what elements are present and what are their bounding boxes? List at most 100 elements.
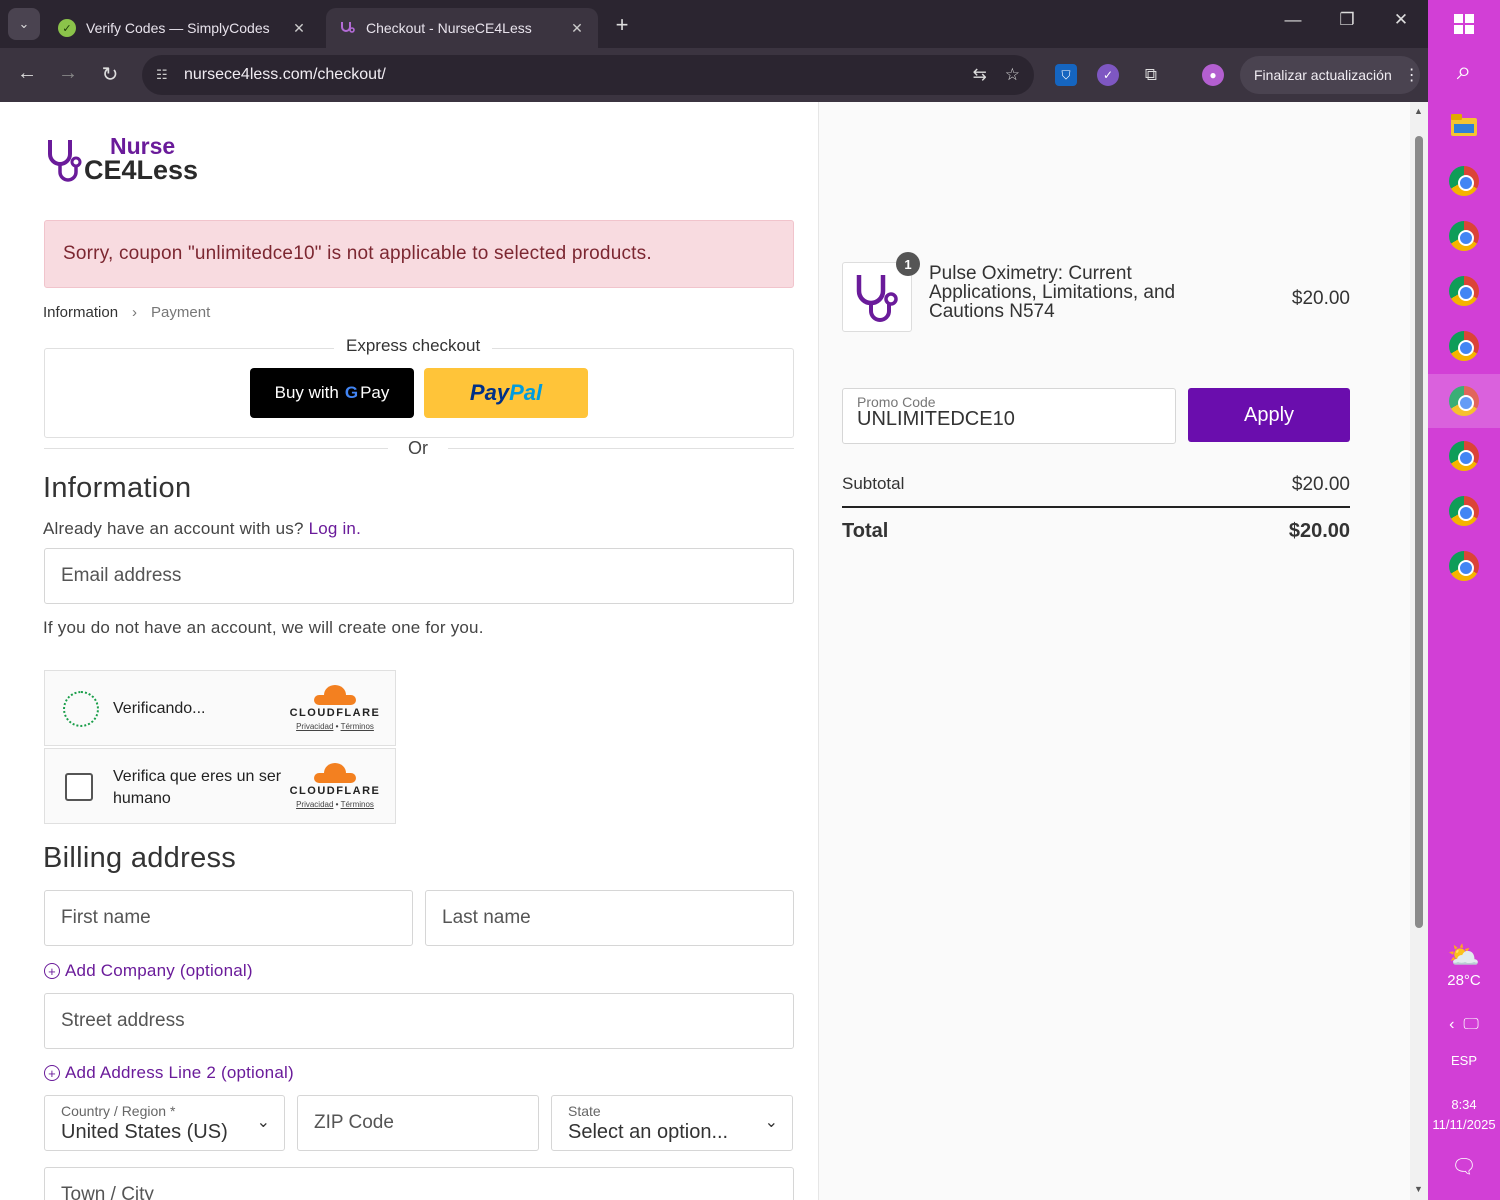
- total-label: Total: [842, 520, 889, 542]
- restore-icon[interactable]: ❐: [1335, 10, 1359, 30]
- scroll-down-icon[interactable]: ▼: [1414, 1184, 1423, 1194]
- email-field[interactable]: Email address: [44, 548, 794, 604]
- chrome-profile-icon[interactable]: [1428, 276, 1500, 306]
- login-prompt: Already have an account with us? Log in.: [43, 519, 361, 539]
- divider: [842, 506, 1350, 508]
- network-icon[interactable]: 🖵: [1463, 1016, 1478, 1033]
- express-checkout-box: [44, 348, 794, 438]
- clock-time[interactable]: 8:34: [1428, 1097, 1500, 1112]
- divider: [44, 448, 388, 449]
- bookmark-star-icon[interactable]: ☆: [1005, 65, 1020, 85]
- login-prompt-text: Already have an account with us?: [43, 519, 304, 538]
- coupon-error-notice: Sorry, coupon "unlimitedce10" is not app…: [44, 220, 794, 288]
- extension-icon[interactable]: ✓: [1097, 64, 1119, 86]
- shield-icon[interactable]: ⛉: [1055, 64, 1077, 86]
- address-bar[interactable]: ☷ nursece4less.com/checkout/ ⇆ ☆: [142, 55, 1034, 95]
- google-g-icon: G: [344, 383, 359, 402]
- chrome-profile-icon[interactable]: [1428, 551, 1500, 581]
- file-explorer-icon[interactable]: [1428, 110, 1500, 140]
- update-button[interactable]: Finalizar actualización ⋮: [1240, 56, 1420, 94]
- language-indicator[interactable]: ESP: [1428, 1053, 1500, 1068]
- tab-search-button[interactable]: ⌄: [8, 8, 40, 40]
- cloudflare-logo: CLOUDFLARE Privacidad • Términos: [289, 685, 381, 731]
- google-pay-button[interactable]: Buy with G Pay: [250, 368, 414, 418]
- site-info-icon[interactable]: ☷: [156, 67, 184, 83]
- cloudflare-checkbox-widget: Verifica que eres un ser humano CLOUDFLA…: [44, 748, 396, 824]
- more-menu-icon[interactable]: ⋮: [1404, 65, 1420, 85]
- chevron-down-icon: ⌄: [764, 1114, 778, 1131]
- scrollbar-thumb[interactable]: [1415, 136, 1423, 928]
- stethoscope-icon: [338, 19, 356, 37]
- logo-line-2: CE4Less: [84, 155, 199, 185]
- minimize-icon[interactable]: —: [1281, 10, 1305, 30]
- apply-button[interactable]: Apply: [1188, 388, 1350, 442]
- first-name-field[interactable]: First name: [44, 890, 413, 946]
- back-arrow-icon[interactable]: ←: [14, 62, 40, 85]
- tab-simplycodes[interactable]: ✓ Verify Codes — SimplyCodes ✕: [46, 8, 320, 48]
- last-name-field[interactable]: Last name: [425, 890, 794, 946]
- puzzle-icon[interactable]: ⧉: [1140, 64, 1162, 86]
- chevron-down-icon: ⌄: [256, 1114, 270, 1131]
- add-company-link[interactable]: + Add Company (optional): [44, 961, 253, 981]
- chrome-logo-icon: [1449, 276, 1479, 306]
- chrome-profile-icon[interactable]: [1428, 496, 1500, 526]
- subtotal-value: $20.00: [1291, 474, 1350, 495]
- human-verification-checkbox[interactable]: [65, 773, 93, 801]
- terms-link[interactable]: Términos: [341, 800, 374, 809]
- zip-placeholder: ZIP Code: [314, 1112, 394, 1133]
- breadcrumb-information[interactable]: Information: [43, 304, 118, 321]
- tab-checkout[interactable]: Checkout - NurseCE4Less ✕: [326, 8, 598, 48]
- dot-separator: •: [335, 800, 339, 809]
- cloudflare-logo: CLOUDFLARE Privacidad • Términos: [289, 763, 381, 809]
- search-icon[interactable]: ⌕: [1428, 54, 1500, 88]
- close-icon[interactable]: ✕: [290, 20, 308, 37]
- chevron-left-icon[interactable]: ‹: [1449, 1016, 1454, 1033]
- clock-date[interactable]: 11/11/2025: [1428, 1117, 1500, 1132]
- terms-link[interactable]: Términos: [341, 722, 374, 731]
- breadcrumb: Information › Payment: [43, 304, 210, 321]
- scroll-up-icon[interactable]: ▲: [1414, 106, 1423, 116]
- close-window-icon[interactable]: ✕: [1389, 10, 1413, 30]
- translate-icon[interactable]: ⇆: [973, 65, 987, 85]
- chrome-profile-icon[interactable]: [1428, 331, 1500, 361]
- new-tab-icon[interactable]: +: [610, 12, 634, 38]
- cloudflare-verifying-widget: Verificando... CLOUDFLARE Privacidad • T…: [44, 670, 396, 746]
- chrome-profile-icon[interactable]: [1428, 441, 1500, 471]
- notice-text: Sorry, coupon "unlimitedce10" is not app…: [63, 243, 652, 264]
- cloudflare-brand: CLOUDFLARE: [289, 707, 381, 719]
- windows-start-icon[interactable]: [1428, 10, 1500, 38]
- login-link[interactable]: Log in.: [309, 519, 361, 538]
- privacy-link[interactable]: Privacidad: [296, 722, 333, 731]
- chrome-profile-icon[interactable]: [1428, 221, 1500, 251]
- gpay-prefix: Buy with: [274, 383, 339, 402]
- zip-code-field[interactable]: ZIP Code: [297, 1095, 539, 1151]
- site-logo[interactable]: Nurse CE4Less: [46, 134, 199, 185]
- notification-icon[interactable]: 🗨: [1428, 1154, 1500, 1179]
- profile-avatar[interactable]: ●: [1202, 64, 1224, 86]
- promo-code-field[interactable]: Promo Code UNLIMITEDCE10: [842, 388, 1176, 444]
- weather-icon[interactable]: ⛅: [1428, 940, 1500, 970]
- close-icon[interactable]: ✕: [568, 20, 586, 37]
- dot-separator: •: [335, 722, 339, 731]
- total-row: Total $20.00: [842, 520, 1350, 543]
- breadcrumb-payment: Payment: [151, 304, 211, 321]
- paypal-button[interactable]: Pay Pal: [424, 368, 588, 418]
- plus-circle-icon: +: [44, 1065, 60, 1081]
- country-select[interactable]: Country / Region * United States (US) ⌄: [44, 1095, 285, 1151]
- street-address-field[interactable]: Street address: [44, 993, 794, 1049]
- chrome-logo-icon: [1449, 166, 1479, 196]
- promo-value: UNLIMITEDCE10: [857, 408, 1015, 430]
- page-scrollbar[interactable]: ▲ ▼: [1410, 102, 1428, 1200]
- checkout-page: Nurse CE4Less Sorry, coupon "unlimitedce…: [0, 102, 1410, 1200]
- verify-human-line-1: Verifica que eres un ser: [113, 768, 282, 785]
- stethoscope-icon: [856, 275, 898, 322]
- forward-arrow-icon[interactable]: →: [55, 62, 81, 85]
- add-address-line-2-link[interactable]: + Add Address Line 2 (optional): [44, 1063, 294, 1083]
- chrome-logo-icon: [1449, 551, 1479, 581]
- privacy-link[interactable]: Privacidad: [296, 800, 333, 809]
- state-select[interactable]: State Select an option... ⌄: [551, 1095, 793, 1151]
- town-city-field[interactable]: Town / City: [44, 1167, 794, 1200]
- reload-icon[interactable]: ↻: [97, 62, 123, 87]
- chrome-icon[interactable]: [1428, 166, 1500, 196]
- product-name: Pulse Oximetry: Current Applications, Li…: [929, 263, 1176, 322]
